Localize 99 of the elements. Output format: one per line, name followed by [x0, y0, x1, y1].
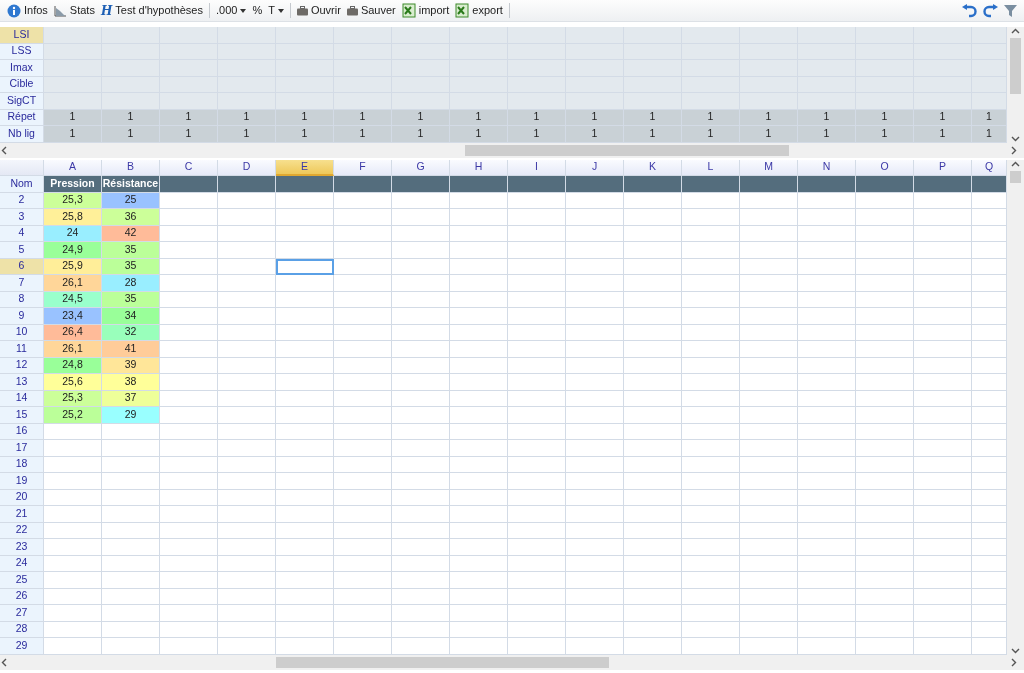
column-header[interactable]: K — [624, 159, 682, 176]
scroll-left-icon[interactable] — [0, 145, 9, 155]
caret-icon — [240, 8, 247, 13]
table-cell: 1 — [102, 126, 160, 143]
table-cell: 1 — [450, 126, 508, 143]
caret-icon — [277, 8, 284, 13]
toolbar-button[interactable]: Stats — [50, 0, 98, 21]
row-header[interactable]: 5 — [0, 242, 44, 259]
table-cell: 1 — [624, 126, 682, 143]
vertical-scrollbar[interactable] — [1007, 27, 1024, 143]
scrollbar-thumb[interactable] — [1010, 38, 1021, 94]
table-cell: 36 — [102, 209, 160, 226]
table-cell: 23,4 — [44, 308, 102, 325]
dropdown-button[interactable]: T — [265, 0, 287, 21]
scroll-up-icon[interactable] — [1011, 27, 1020, 36]
table-cell: 26,1 — [44, 341, 102, 358]
row-header[interactable]: 7 — [0, 275, 44, 292]
vertical-scrollbar[interactable] — [1007, 159, 1024, 655]
table-cell: 1 — [218, 126, 276, 143]
row-header[interactable]: 9 — [0, 308, 44, 325]
column-header[interactable]: A — [44, 159, 102, 176]
column-header[interactable]: G — [392, 159, 450, 176]
table-cell: 38 — [102, 374, 160, 391]
column-header[interactable]: B — [102, 159, 160, 176]
scrollbar-thumb[interactable] — [465, 144, 789, 156]
row-header[interactable]: 25 — [0, 572, 44, 589]
table-cell: 41 — [102, 341, 160, 358]
scroll-up-icon[interactable] — [1011, 159, 1020, 169]
scrollbar-thumb[interactable] — [1010, 170, 1021, 183]
scroll-left-icon[interactable] — [0, 657, 9, 667]
table-cell: 1 — [914, 126, 972, 143]
table-cell: 1 — [682, 126, 740, 143]
row-header[interactable]: 11 — [0, 341, 44, 358]
briefcase-icon — [296, 5, 308, 16]
table-cell: 1 — [334, 126, 392, 143]
row-header[interactable]: 29 — [0, 638, 44, 655]
table-cell: 1 — [392, 126, 450, 143]
column-header[interactable]: M — [740, 159, 798, 176]
column-header[interactable]: N — [798, 159, 856, 176]
chart-icon — [53, 4, 67, 17]
row-header[interactable]: Nb lig — [0, 126, 44, 143]
table-cell: 28 — [102, 275, 160, 292]
column-header[interactable]: L — [682, 159, 740, 176]
table-cell: 1 — [856, 126, 914, 143]
spreadsheet-icon — [401, 3, 416, 18]
row-header[interactable]: LSI — [0, 27, 44, 44]
table-cell: 1 — [508, 126, 566, 143]
table-cell: 34 — [102, 308, 160, 325]
row-header[interactable]: 19 — [0, 473, 44, 490]
table-cell: 1 — [566, 126, 624, 143]
toolbar-button[interactable]: Sauver — [343, 0, 399, 21]
toolbar-button[interactable]: Ouvrir — [293, 0, 344, 21]
table-cell: 29 — [102, 407, 160, 424]
column-header[interactable]: D — [218, 159, 276, 176]
scroll-right-icon[interactable] — [1009, 145, 1018, 155]
column-header[interactable]: J — [566, 159, 624, 176]
row-header[interactable]: 27 — [0, 605, 44, 622]
column-header[interactable]: I — [508, 159, 566, 176]
scrollbar-thumb[interactable] — [276, 656, 609, 668]
dropdown-button[interactable]: .000 — [213, 0, 250, 21]
briefcase-icon — [346, 5, 358, 16]
table-cell: 1 — [44, 126, 102, 143]
scroll-right-icon[interactable] — [1009, 657, 1018, 667]
table-cell: 1 — [160, 126, 218, 143]
column-header[interactable]: Q — [972, 159, 1007, 176]
toolbar-button[interactable]: import — [398, 0, 453, 21]
table-cell: 25,8 — [44, 209, 102, 226]
row-header[interactable]: Nom — [0, 176, 44, 193]
table-cell: 1 — [740, 126, 798, 143]
column-header[interactable]: F — [334, 159, 392, 176]
table-cell: 1 — [972, 126, 1007, 143]
row-header[interactable]: SigCT — [0, 93, 44, 110]
table-cell: 25,2 — [44, 407, 102, 424]
toolbar-button[interactable]: H Test d'hypothèses — [97, 0, 206, 21]
info-icon — [7, 3, 21, 18]
table-cell: 25,6 — [44, 374, 102, 391]
row-header[interactable]: 23 — [0, 539, 44, 556]
toolbar-button[interactable]: Infos — [4, 0, 51, 21]
column-header[interactable]: O — [856, 159, 914, 176]
column-header[interactable]: P — [914, 159, 972, 176]
row-header[interactable]: 13 — [0, 374, 44, 391]
row-header[interactable]: 17 — [0, 440, 44, 457]
column-name[interactable]: Pression — [44, 176, 102, 193]
column-header[interactable]: E — [276, 159, 334, 176]
spreadsheet-icon — [455, 3, 470, 18]
table-cell: 35 — [102, 242, 160, 259]
column-header[interactable]: C — [160, 159, 218, 176]
table-cell: 26,1 — [44, 275, 102, 292]
table-cell: 24,9 — [44, 242, 102, 259]
column-header[interactable]: H — [450, 159, 508, 176]
column-name[interactable]: Résistance — [102, 176, 160, 193]
table-cell: 1 — [276, 126, 334, 143]
table-cell: 1 — [798, 126, 856, 143]
toolbar-button[interactable]: % — [249, 0, 266, 21]
row-header[interactable]: 3 — [0, 209, 44, 226]
row-header[interactable]: 15 — [0, 407, 44, 424]
toolbar-button[interactable]: export — [452, 0, 506, 21]
row-header[interactable]: 21 — [0, 506, 44, 523]
row-header[interactable]: Imax — [0, 60, 44, 77]
